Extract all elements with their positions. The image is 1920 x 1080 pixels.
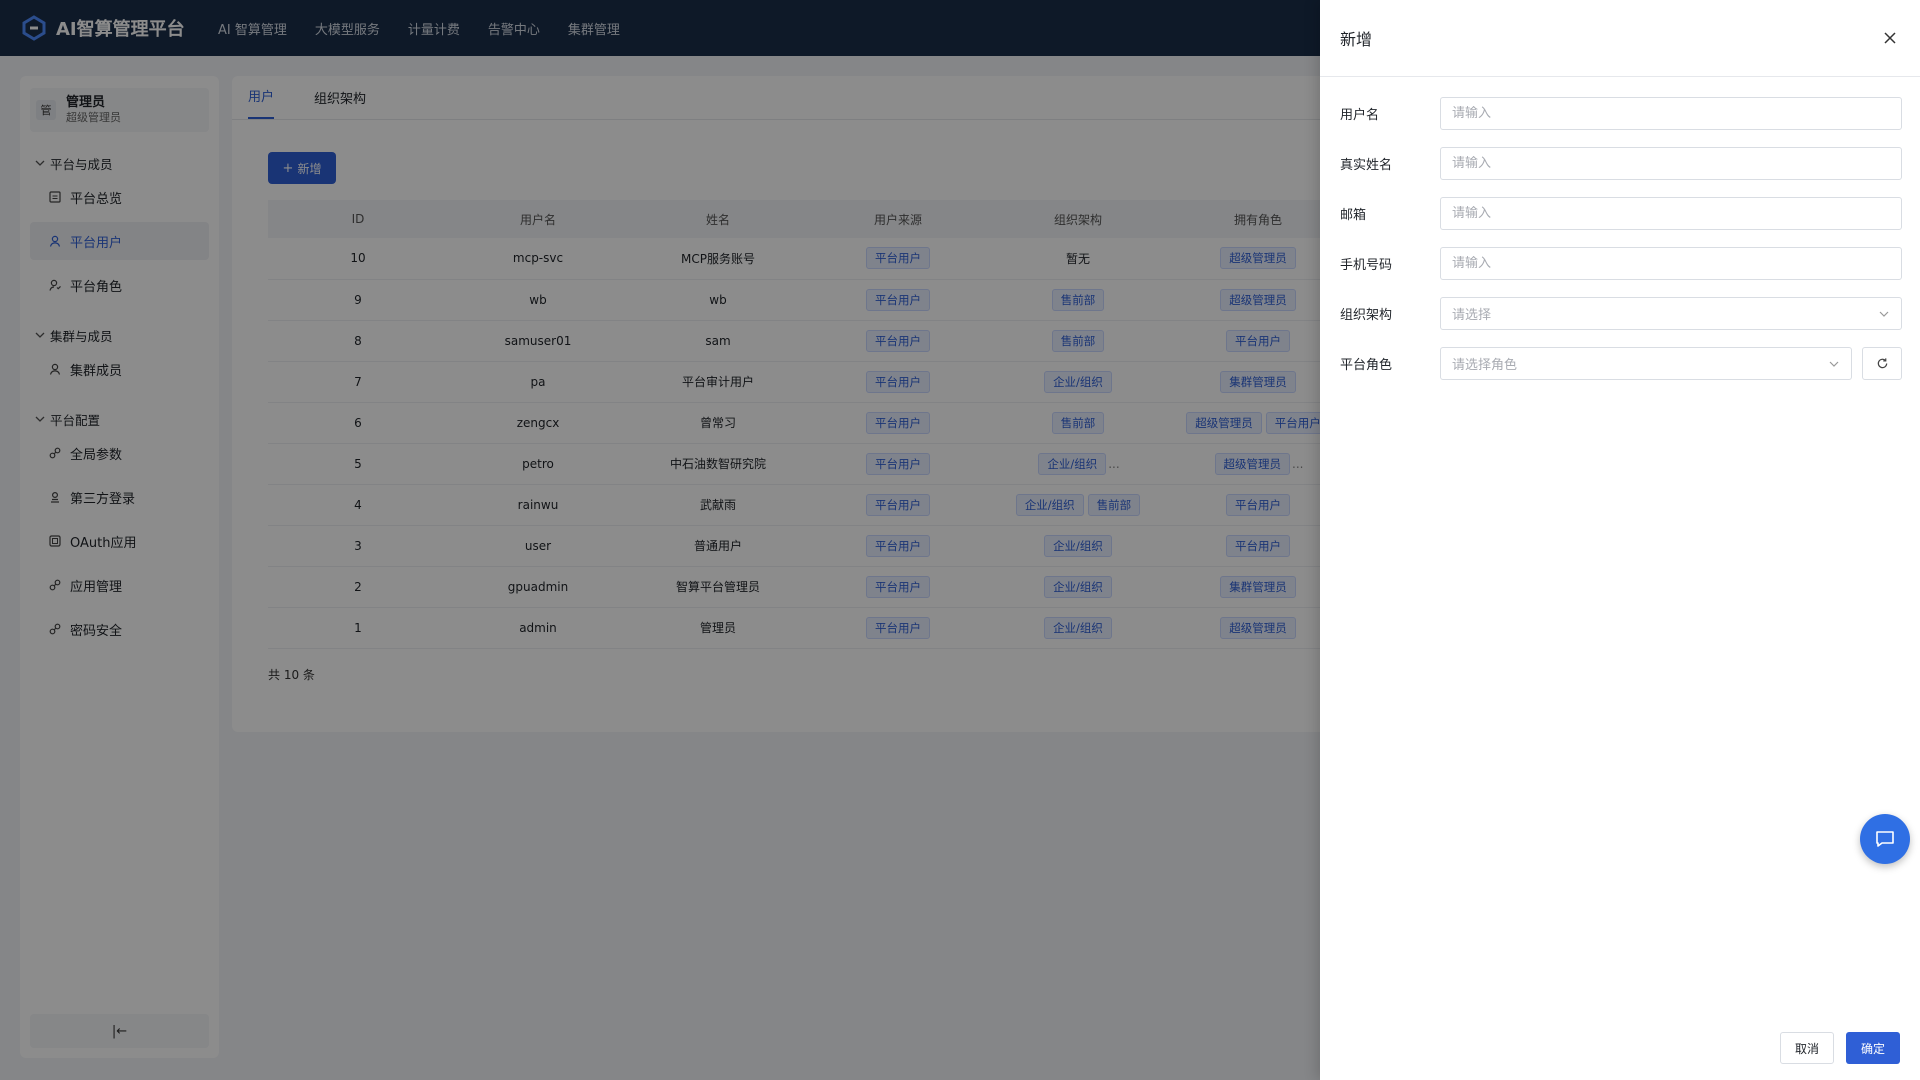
phone-input[interactable] [1452, 256, 1890, 271]
cancel-button[interactable]: 取消 [1780, 1032, 1834, 1064]
username-input[interactable] [1452, 106, 1890, 121]
form-row-org: 组织架构 请选择 [1340, 297, 1902, 330]
username-label: 用户名 [1340, 108, 1380, 123]
form-row-role: 平台角色 请选择角色 [1340, 347, 1902, 380]
phone-field-wrap [1440, 247, 1902, 280]
form-row-phone: 手机号码 [1340, 247, 1902, 280]
username-field-wrap [1440, 97, 1902, 130]
drawer-header: 新增 [1320, 0, 1920, 77]
form-row-realname: 真实姓名 [1340, 147, 1902, 180]
drawer-footer: 取消 确定 [1780, 1032, 1900, 1064]
form-row-username: 用户名 [1340, 97, 1902, 130]
email-field[interactable] [1452, 206, 1890, 221]
role-label: 平台角色 [1340, 358, 1393, 373]
org-label: 组织架构 [1340, 308, 1393, 323]
refresh-icon [1877, 358, 1887, 369]
refresh-roles-button[interactable] [1862, 347, 1902, 380]
confirm-button[interactable]: 确定 [1846, 1032, 1900, 1064]
org-select[interactable]: 请选择 [1440, 297, 1902, 330]
realname-input[interactable] [1452, 156, 1890, 171]
add-user-drawer: 新增 用户名 真实姓名 邮箱 手机号码 组织架构 请选择 平台角色 请选择角色 [1320, 0, 1920, 1080]
form-row-email: 邮箱 [1340, 197, 1902, 230]
chevron-down-icon [1829, 361, 1839, 367]
chat-icon [1876, 831, 1894, 847]
email-field-wrap [1440, 197, 1902, 230]
close-icon[interactable] [1880, 28, 1900, 48]
realname-label: 真实姓名 [1340, 158, 1393, 173]
chat-button[interactable] [1860, 814, 1910, 864]
org-select-placeholder: 请选择 [1452, 308, 1492, 323]
role-select-placeholder: 请选择角色 [1452, 358, 1518, 373]
realname-field-wrap [1440, 147, 1902, 180]
chevron-down-icon [1879, 311, 1889, 317]
drawer-title: 新增 [1340, 30, 1373, 49]
email-label: 邮箱 [1340, 208, 1367, 223]
phone-label: 手机号码 [1340, 258, 1393, 273]
role-select[interactable]: 请选择角色 [1440, 347, 1852, 380]
